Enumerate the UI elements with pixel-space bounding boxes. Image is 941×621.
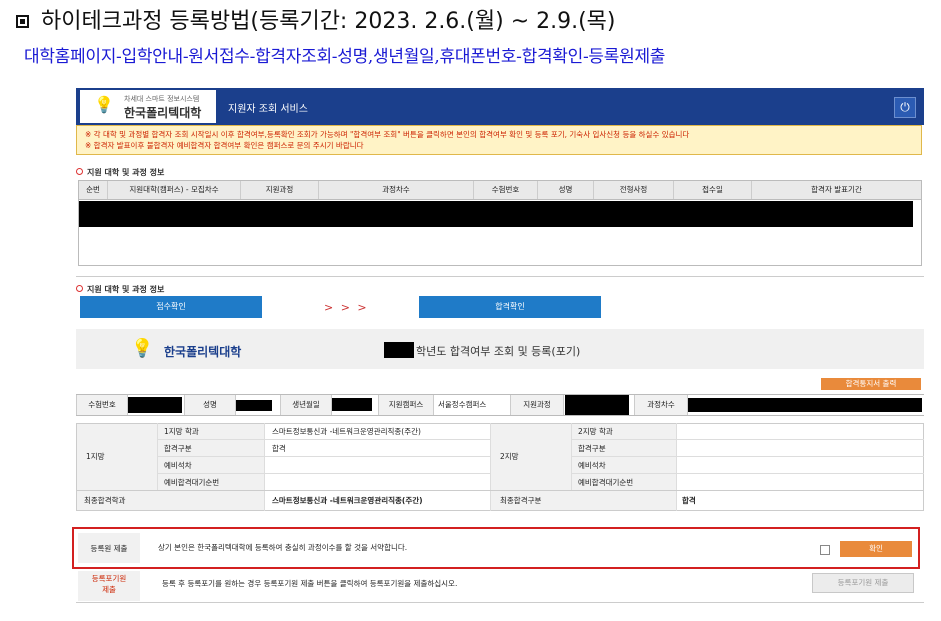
giveup-label: 등록포기원 제출: [91, 574, 127, 594]
pass-check-button[interactable]: 합격확인: [419, 296, 601, 318]
redacted-year: [384, 342, 414, 358]
final-dept-value: 스마트정보통신과 -네트워크운영관리직종(주간): [272, 496, 423, 505]
choice1-wait-order-label: 예비합격대기순번: [164, 478, 220, 487]
redacted-exam-no: [128, 397, 182, 413]
applicant-info-row: 수험번호 성명 생년월일 지원캠퍼스 서울정수캠퍼스 지원과정 과정차수: [76, 394, 924, 416]
col-header: 지원대학(캠퍼스) - 모집차수: [108, 181, 241, 199]
col-header: 지원과정: [241, 181, 319, 199]
document-title-text: 하이테크과정 등록방법(등록기간: 2023. 2.6.(월) ~ 2.9.(목…: [41, 9, 616, 34]
redacted-birth: [332, 398, 372, 411]
choice2-pass-type-label: 합격구분: [578, 444, 606, 453]
confirm-button[interactable]: 확인: [840, 541, 912, 557]
lightbulb-logo-icon: 💡: [131, 338, 154, 359]
registration-submit-row: 등록원 제출 상기 본인은 한국폴리텍대학에 등록하여 충실히 과정이수를 할 …: [72, 527, 920, 569]
step-arrows: > > >: [324, 301, 369, 314]
round-label: 과정차수: [634, 395, 688, 415]
exam-no-label: 수험번호: [76, 395, 128, 415]
section-title-2: 지원 대학 및 과정 정보: [76, 284, 164, 295]
receipt-check-button[interactable]: 접수확인: [80, 296, 262, 318]
course-label: 지원과정: [510, 395, 564, 415]
name-label: 성명: [184, 395, 236, 415]
col-header: 합격자 발표기간: [811, 185, 862, 194]
agree-checkbox[interactable]: [820, 545, 830, 555]
header-logo[interactable]: 💡 차세대 스마트 정보시스템 한국폴리텍대학: [80, 90, 216, 123]
col-header: 순번: [79, 181, 108, 199]
birth-label: 생년월일: [280, 395, 332, 415]
top-header: 💡 차세대 스마트 정보시스템 한국폴리텍대학 지원자 조회 서비스 ⏻: [76, 88, 924, 125]
bullet-icon: [76, 285, 83, 292]
table-header: 순번 지원대학(캠퍼스) - 모집차수 지원과정 과정차수 수험번호 성명 전형…: [79, 181, 921, 200]
checkbox-square-icon: [16, 15, 29, 28]
col-header: 수험번호: [474, 181, 538, 199]
registration-submit-label: 등록원 제출: [90, 544, 128, 553]
registration-steps: 대학홈페이지-입학안내-원서접수-합격자조회-성명,생년월일,휴대폰번호-합격확…: [24, 47, 666, 67]
choice2-dept-label: 2지망 학과: [578, 427, 613, 436]
choice1-group-label: 1지망: [86, 452, 105, 461]
choice2-wait-rank-label: 예비석차: [578, 461, 606, 470]
banner-logo: 한국폴리텍대학: [164, 345, 242, 359]
lightbulb-logo-icon: 💡: [94, 95, 114, 114]
result-banner: 💡 한국폴리텍대학 학년도 합격여부 조회 및 등록(포기): [76, 329, 924, 369]
banner-title: 학년도 합격여부 조회 및 등록(포기): [416, 345, 581, 358]
redacted-row: [79, 201, 913, 227]
section-title-1: 지원 대학 및 과정 정보: [76, 167, 164, 178]
choice2-wait-order-label: 예비합격대기순번: [578, 478, 634, 487]
choice1-pass-type-value: 합격: [272, 444, 286, 453]
logo-main: 한국폴리텍대학: [124, 106, 202, 120]
col-header: 접수일: [674, 181, 752, 199]
giveup-submit-button[interactable]: 등록포기원 제출: [812, 573, 914, 593]
col-header: 과정차수: [319, 181, 474, 199]
campus-value: 서울정수캠퍼스: [438, 400, 487, 409]
print-notice-button[interactable]: 합격통지서 출력: [821, 378, 921, 390]
giveup-text: 등록 후 등록포기를 원하는 경우 등록포기원 제출 버튼을 클릭하여 등록포기…: [162, 579, 458, 588]
redacted-name: [236, 400, 272, 411]
notice-box: ※ 각 대학 및 과정별 합격자 조회 시작일시 이후 합격여부,등록확인 조회…: [76, 125, 922, 155]
notice-line-2: ※ 합격자 발표이후 불합격자 예비합격자 합격여부 확인은 캠퍼스로 문의 주…: [85, 141, 364, 150]
redacted-round: [688, 398, 922, 412]
notice-line-1: ※ 각 대학 및 과정별 합격자 조회 시작일시 이후 합격여부,등록확인 조회…: [85, 130, 690, 139]
logo-subtitle: 차세대 스마트 정보시스템: [124, 95, 200, 103]
application-table: 순번 지원대학(캠퍼스) - 모집차수 지원과정 과정차수 수험번호 성명 전형…: [78, 180, 922, 266]
screenshot-panel: 💡 차세대 스마트 정보시스템 한국폴리텍대학 지원자 조회 서비스 ⏻ ※ 각…: [72, 88, 924, 608]
choice1-wait-rank-label: 예비석차: [164, 461, 192, 470]
final-dept-label: 최종합격학과: [84, 496, 126, 505]
power-icon[interactable]: ⏻: [894, 97, 916, 118]
final-type-value: 합격: [682, 496, 696, 505]
final-type-label: 최종합격구분: [500, 496, 542, 505]
document-title: 하이테크과정 등록방법(등록기간: 2023. 2.6.(월) ~ 2.9.(목…: [16, 3, 616, 35]
service-title: 지원자 조회 서비스: [228, 104, 308, 115]
col-header: 성명: [538, 181, 594, 199]
choice1-dept-label: 1지망 학과: [164, 427, 199, 436]
choice1-pass-type-label: 합격구분: [164, 444, 192, 453]
choice1-dept-value: 스마트정보통신과 -네트워크운영관리직종(주간): [272, 427, 421, 436]
choice2-group-label: 2지망: [500, 452, 519, 461]
bullet-icon: [76, 168, 83, 175]
pledge-text: 상기 본인은 한국폴리텍대학에 등록하여 충실히 과정이수를 할 것을 서약합니…: [158, 543, 408, 552]
campus-label: 지원캠퍼스: [378, 395, 434, 415]
redacted-course: [565, 395, 629, 415]
col-header: 전형사정: [594, 181, 674, 199]
divider: [76, 276, 924, 277]
